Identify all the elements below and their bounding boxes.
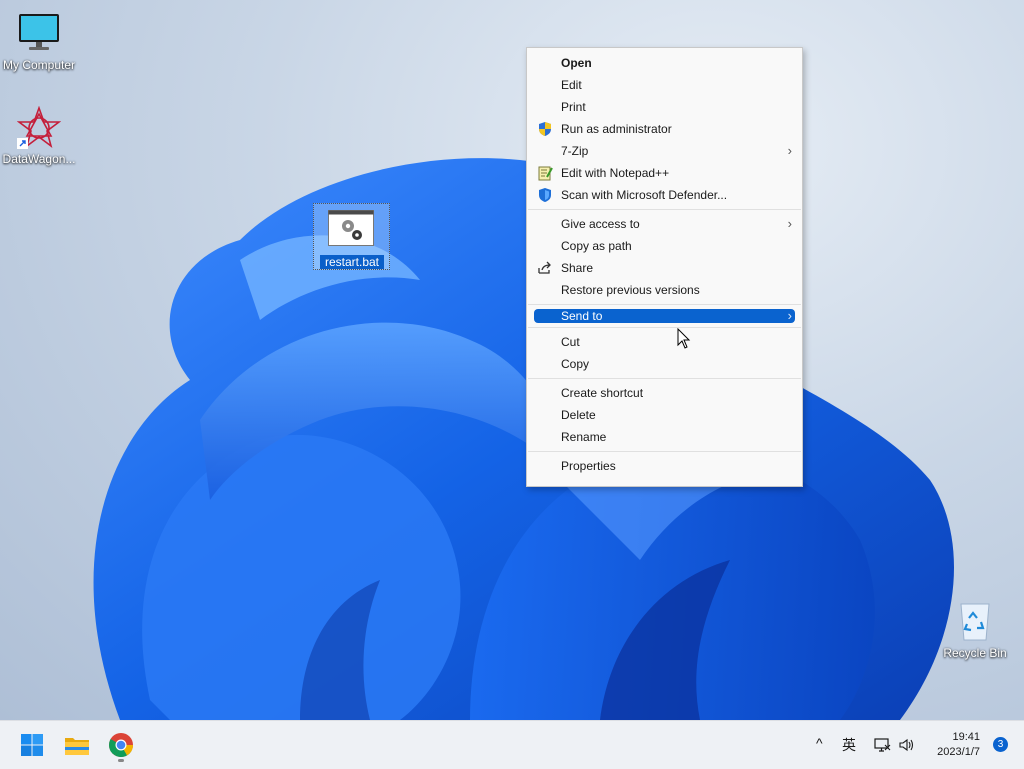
menu-item-delete[interactable]: Delete bbox=[527, 404, 802, 426]
menu-item-run-as-admin[interactable]: Run as administrator bbox=[527, 118, 802, 140]
start-icon bbox=[21, 734, 43, 756]
menu-item-label: Give access to bbox=[561, 217, 640, 231]
desktop-icon-my-computer[interactable]: My Computer bbox=[0, 12, 78, 72]
volume-icon[interactable] bbox=[898, 736, 916, 754]
notepadpp-icon bbox=[537, 165, 553, 181]
menu-item-send-to[interactable]: Send to › bbox=[534, 309, 795, 323]
context-menu: Open Edit Print Run as administrator 7-Z… bbox=[526, 47, 803, 487]
menu-item-open[interactable]: Open bbox=[527, 52, 802, 74]
file-explorer-icon bbox=[65, 738, 89, 755]
menu-separator bbox=[528, 451, 801, 452]
chevron-right-icon: › bbox=[787, 216, 792, 231]
menu-item-label: Rename bbox=[561, 430, 607, 444]
menu-separator bbox=[528, 327, 801, 328]
menu-item-give-access[interactable]: Give access to › bbox=[527, 213, 802, 235]
menu-item-label: Properties bbox=[561, 459, 616, 473]
file-explorer-button[interactable] bbox=[61, 729, 93, 761]
clock-date: 2023/1/7 bbox=[937, 746, 980, 758]
menu-item-restore-versions[interactable]: Restore previous versions bbox=[527, 279, 802, 301]
desktop-icon-restart-bat[interactable]: restart.bat bbox=[313, 203, 390, 270]
menu-separator bbox=[528, 304, 801, 305]
batch-file-icon bbox=[328, 210, 374, 246]
menu-item-label: Copy bbox=[561, 357, 590, 371]
taskbar: ^ 英 19:41 2023/1/7 3 bbox=[0, 720, 1024, 769]
menu-item-label: Copy as path bbox=[561, 239, 632, 253]
desktop-icon-recycle-bin[interactable]: Recycle Bin bbox=[936, 600, 1014, 660]
menu-item-label: Edit bbox=[561, 78, 582, 92]
chrome-button[interactable] bbox=[105, 729, 137, 762]
menu-item-label: Cut bbox=[561, 335, 580, 349]
menu-item-label: Open bbox=[561, 56, 592, 70]
menu-item-label: Restore previous versions bbox=[561, 283, 700, 297]
menu-separator bbox=[528, 378, 801, 379]
defender-icon bbox=[537, 187, 553, 203]
desktop-icon-label: My Computer bbox=[2, 58, 76, 72]
desktop-icon-label: restart.bat bbox=[320, 255, 384, 269]
tray-overflow-chevron-icon[interactable]: ^ bbox=[816, 735, 823, 751]
menu-item-edit[interactable]: Edit bbox=[527, 74, 802, 96]
menu-item-label: Scan with Microsoft Defender... bbox=[561, 188, 728, 202]
menu-item-create-shortcut[interactable]: Create shortcut bbox=[527, 382, 802, 404]
menu-item-edit-notepadpp[interactable]: Edit with Notepad++ bbox=[527, 162, 802, 184]
chevron-right-icon: › bbox=[787, 308, 792, 323]
wallpaper-bloom bbox=[93, 158, 954, 720]
menu-item-label: Edit with Notepad++ bbox=[561, 166, 670, 180]
menu-item-share[interactable]: Share bbox=[527, 257, 802, 279]
clock[interactable]: 19:41 2023/1/7 bbox=[937, 730, 980, 760]
desktop-icon-datawagon[interactable]: DataWagon... bbox=[0, 105, 78, 166]
chrome-icon bbox=[108, 733, 133, 758]
desktop-icon-label: DataWagon... bbox=[2, 152, 76, 166]
clock-time: 19:41 bbox=[952, 731, 980, 743]
ime-indicator[interactable]: 英 bbox=[842, 735, 856, 755]
datawagon-logo-icon bbox=[16, 105, 62, 150]
recycle-bin-icon bbox=[953, 600, 997, 644]
desktop-icon-label: Recycle Bin bbox=[943, 646, 1007, 660]
shield-icon bbox=[537, 121, 553, 137]
menu-item-label: Print bbox=[561, 100, 586, 114]
menu-item-cut[interactable]: Cut bbox=[527, 331, 802, 353]
menu-item-7zip[interactable]: 7-Zip › bbox=[527, 140, 802, 162]
menu-item-print[interactable]: Print bbox=[527, 96, 802, 118]
menu-item-label: Create shortcut bbox=[561, 386, 644, 400]
menu-separator bbox=[528, 209, 801, 210]
menu-item-properties[interactable]: Properties bbox=[527, 455, 802, 477]
menu-item-label: Delete bbox=[561, 408, 596, 422]
running-indicator bbox=[118, 759, 124, 762]
menu-item-label: Share bbox=[561, 261, 594, 275]
menu-item-copy-as-path[interactable]: Copy as path bbox=[527, 235, 802, 257]
monitor-icon bbox=[17, 12, 61, 56]
network-icon[interactable] bbox=[873, 736, 891, 754]
menu-item-label: Run as administrator bbox=[561, 122, 672, 136]
share-icon bbox=[537, 260, 553, 276]
mouse-cursor-icon bbox=[677, 328, 691, 349]
menu-item-label: Send to bbox=[561, 309, 603, 323]
notification-badge[interactable]: 3 bbox=[993, 737, 1008, 752]
menu-item-copy[interactable]: Copy bbox=[527, 353, 802, 375]
chevron-right-icon: › bbox=[787, 143, 792, 158]
menu-item-rename[interactable]: Rename bbox=[527, 426, 802, 448]
start-button[interactable] bbox=[16, 729, 48, 761]
menu-item-label: 7-Zip bbox=[561, 144, 589, 158]
menu-item-scan-defender[interactable]: Scan with Microsoft Defender... bbox=[527, 184, 802, 206]
desktop[interactable]: My Computer DataWagon... restart.bat Rec… bbox=[0, 0, 1024, 720]
